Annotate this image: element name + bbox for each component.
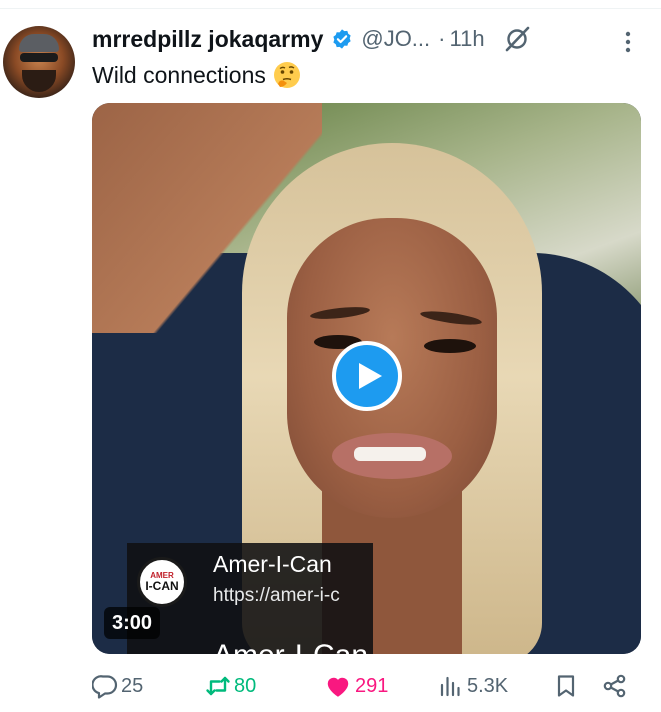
post-header: mrredpillz jokaqarmy @JO... · 11h [92,22,531,56]
more-options-icon[interactable] [616,28,640,56]
post-text: Wild connections [92,60,302,90]
thinking-face-emoji-icon [272,60,302,90]
header-separator: · [438,26,446,51]
reply-button[interactable]: 25 [92,668,143,704]
amer-i-can-logo: AMER I-CAN [137,557,187,607]
top-divider [0,8,661,9]
video-frame-eye-right [424,339,476,353]
post-timestamp[interactable]: 11h [449,26,484,52]
play-icon [358,363,382,389]
link-card-title: Amer-I-Can [213,551,332,577]
reply-icon [92,675,118,699]
author-handle[interactable]: @JO... [361,26,430,52]
reply-count: 25 [121,674,144,697]
post-text-content: Wild connections [92,61,266,88]
video-player[interactable]: AMER I-CAN Amer-I-Can https://amer-i-c A… [92,103,641,654]
embedded-link-card[interactable]: AMER I-CAN Amer-I-Can https://amer-i-c A… [127,543,373,654]
bookmark-icon [557,675,575,697]
like-button[interactable]: 291 [324,668,388,704]
video-frame-teeth [354,447,426,461]
avatar-beard [22,70,56,92]
repost-button[interactable]: 80 [205,668,256,704]
repost-count: 80 [234,674,257,697]
action-bar: 25 80 291 5.3K [0,668,661,704]
share-button[interactable] [602,668,628,704]
view-count: 5.3K [467,674,509,697]
avatar-cap [19,34,59,52]
views-button[interactable]: 5.3K [438,668,508,704]
heart-icon [327,677,349,697]
link-card-url: https://amer-i-c [213,585,340,606]
verified-badge-icon[interactable] [331,28,353,50]
logo-text-bottom: I-CAN [145,579,179,593]
share-icon [603,674,626,698]
like-count: 291 [355,674,389,697]
analytics-icon [440,676,460,697]
author-display-name[interactable]: mrredpillz jokaqarmy [92,26,323,53]
repost-icon [206,676,230,696]
link-card-peek-text: Amer-I-Can [213,641,368,654]
author-avatar[interactable] [3,26,75,98]
grok-icon[interactable] [503,25,531,53]
avatar-glasses [20,53,58,62]
bookmark-button[interactable] [553,668,579,704]
play-button[interactable] [332,341,402,411]
video-duration-badge: 3:00 [104,607,161,639]
